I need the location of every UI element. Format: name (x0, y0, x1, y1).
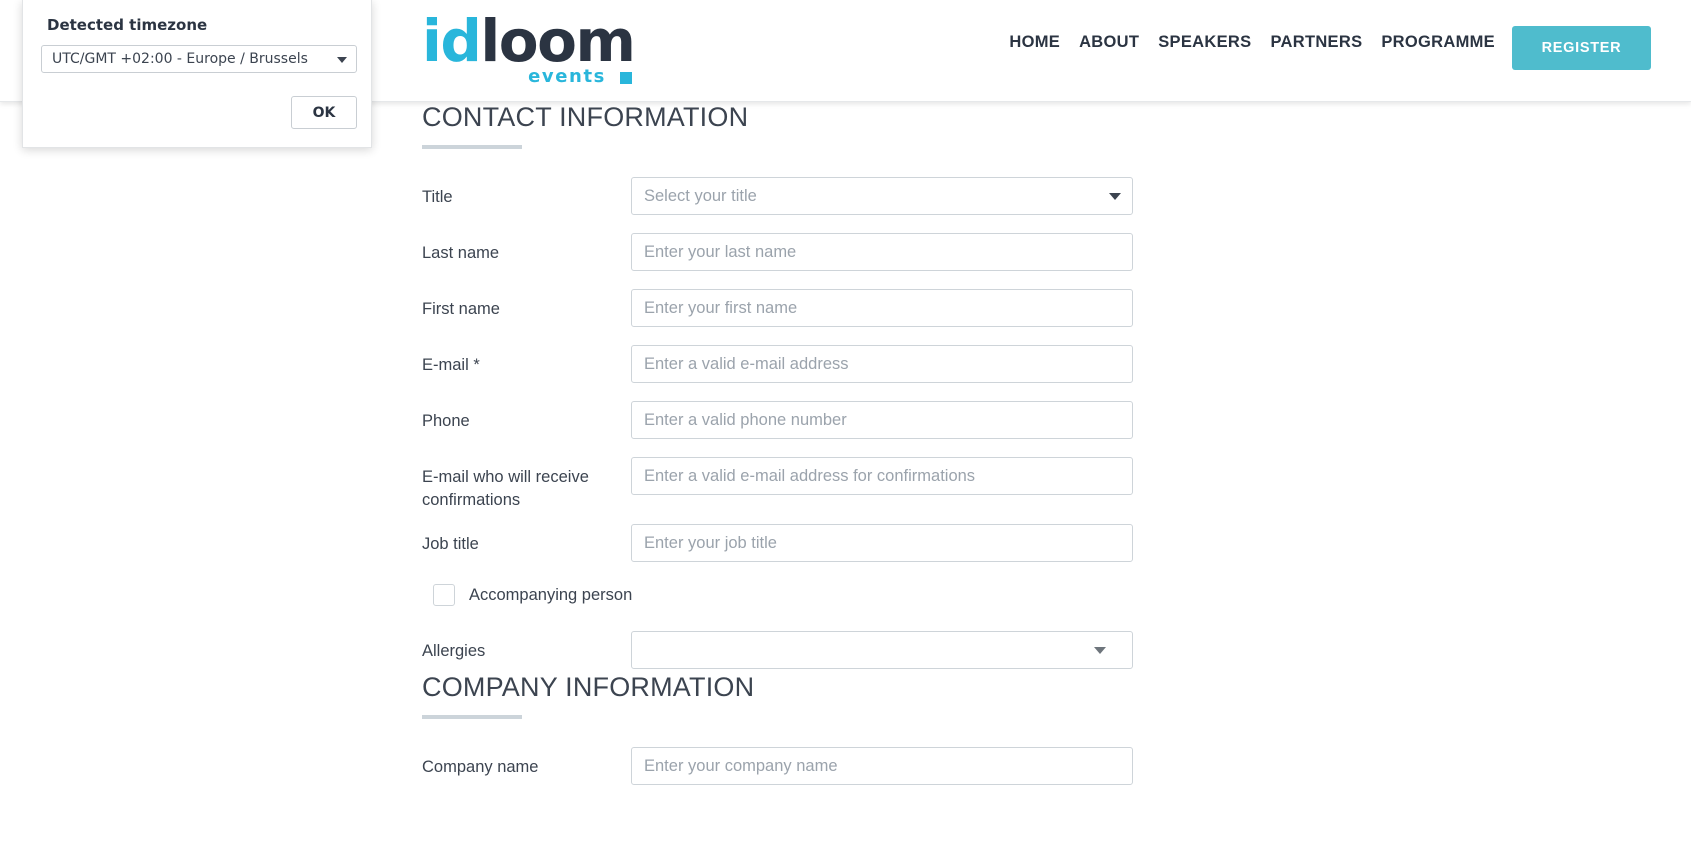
phone-input[interactable] (631, 401, 1133, 439)
form-row-company-name: Company name (422, 747, 1182, 785)
nav-item-home[interactable]: HOME (1009, 33, 1060, 52)
accompanying-person-row: Accompanying person (422, 584, 1182, 606)
field-wrap-job-title (631, 524, 1133, 562)
main-navigation: HOME ABOUT SPEAKERS PARTNERS PROGRAMME (1009, 33, 1495, 52)
field-wrap-allergies (631, 631, 1133, 669)
label-first-name: First name (422, 300, 500, 318)
company-section-divider (422, 715, 522, 719)
nav-item-about[interactable]: ABOUT (1079, 33, 1139, 52)
label-title: Title (422, 188, 453, 206)
last-name-input[interactable] (631, 233, 1133, 271)
job-title-input[interactable] (631, 524, 1133, 562)
timezone-select[interactable]: UTC/GMT +02:00 - Europe / Brussels (41, 45, 357, 73)
title-select-value: Select your title (644, 186, 757, 205)
company-name-input[interactable] (631, 747, 1133, 785)
form-row-last-name: Last name (422, 233, 1182, 271)
label-phone: Phone (422, 412, 470, 430)
contact-section-divider (422, 145, 522, 149)
logo-square-icon (620, 72, 632, 84)
label-allergies: Allergies (422, 642, 486, 660)
form-row-phone: Phone (422, 401, 1182, 439)
form-row-job-title: Job title (422, 524, 1182, 562)
form-row-allergies: Allergies (422, 631, 1182, 669)
register-button[interactable]: REGISTER (1512, 26, 1651, 70)
allergies-select[interactable] (631, 631, 1133, 669)
accompanying-person-label: Accompanying person (469, 585, 633, 604)
nav-item-partners[interactable]: PARTNERS (1270, 33, 1362, 52)
chevron-down-icon (337, 57, 347, 63)
label-job-title: Job title (422, 535, 479, 553)
field-wrap-phone (631, 401, 1133, 439)
detected-timezone-dialog: Detected timezone UTC/GMT +02:00 - Europ… (22, 0, 372, 148)
timezone-select-value: UTC/GMT +02:00 - Europe / Brussels (52, 51, 308, 67)
label-confirmation-email: E-mail who will receive confirmations (422, 468, 589, 509)
logo-text-id: id (422, 7, 482, 75)
contact-section-title: CONTACT INFORMATION (422, 102, 749, 132)
field-wrap-confirmation-email (631, 457, 1133, 495)
form-row-first-name: First name (422, 289, 1182, 327)
field-wrap-title: Select your title (631, 177, 1133, 215)
label-company-name: Company name (422, 758, 539, 776)
field-wrap-email (631, 345, 1133, 383)
company-information-section: COMPANY INFORMATION Company name (422, 672, 1182, 785)
nav-item-speakers[interactable]: SPEAKERS (1158, 33, 1251, 52)
form-row-title: Title Select your title (422, 177, 1182, 215)
contact-information-section: CONTACT INFORMATION Title Select your ti… (422, 102, 1182, 669)
field-wrap-company-name (631, 747, 1133, 785)
label-last-name: Last name (422, 244, 500, 262)
timezone-dialog-title: Detected timezone (47, 16, 208, 34)
chevron-down-icon (1109, 193, 1121, 200)
form-row-email: E-mail * (422, 345, 1182, 383)
nav-item-programme[interactable]: PROGRAMME (1381, 33, 1495, 52)
confirmation-email-input[interactable] (631, 457, 1133, 495)
accompanying-person-checkbox[interactable] (433, 584, 455, 606)
logo-wordmark: idloom (422, 12, 636, 70)
form-row-confirmation-email: E-mail who will receive confirmations (422, 457, 1182, 512)
label-email: E-mail * (422, 356, 480, 374)
chevron-down-icon (1094, 647, 1106, 654)
timezone-ok-button[interactable]: OK (291, 96, 357, 129)
title-select[interactable]: Select your title (631, 177, 1133, 215)
logo-subtitle: events (528, 66, 606, 87)
first-name-input[interactable] (631, 289, 1133, 327)
page-root: idloom events HOME ABOUT SPEAKERS PARTNE… (0, 0, 1691, 841)
field-wrap-first-name (631, 289, 1133, 327)
field-wrap-last-name (631, 233, 1133, 271)
logo-text-loom: loom (480, 7, 636, 75)
email-input[interactable] (631, 345, 1133, 383)
company-section-title: COMPANY INFORMATION (422, 672, 755, 702)
idloom-events-logo[interactable]: idloom events (422, 12, 636, 90)
